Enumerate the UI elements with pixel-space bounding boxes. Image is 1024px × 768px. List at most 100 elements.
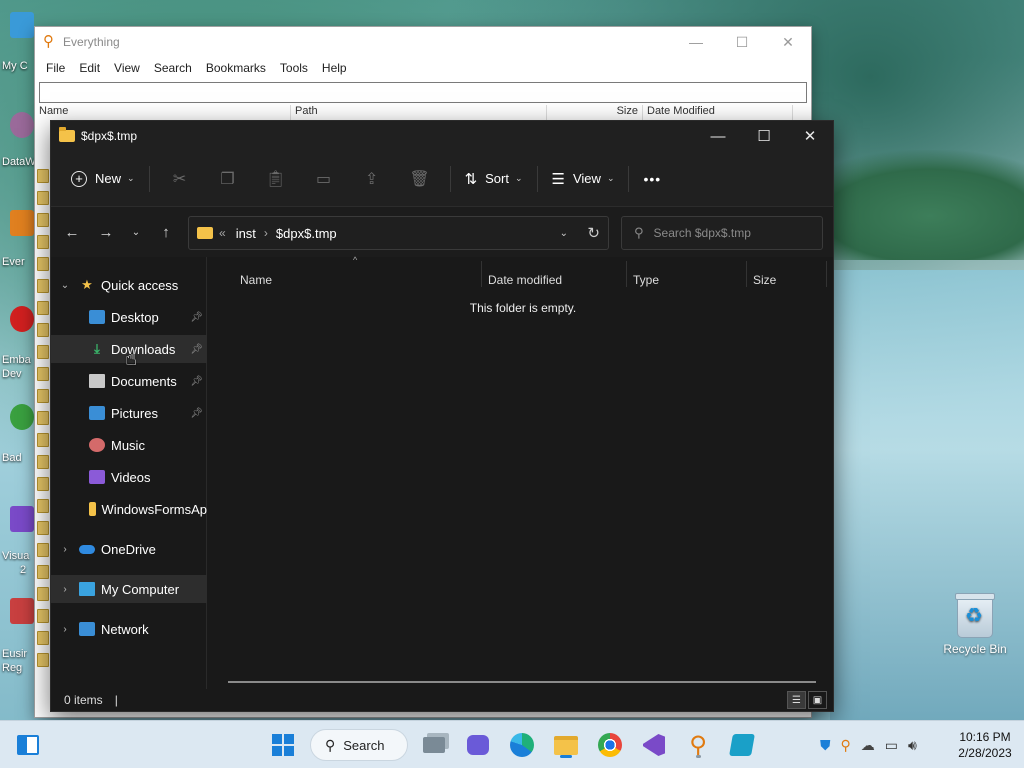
azure-data-studio-icon[interactable] [726,729,758,761]
file-explorer-taskbar-icon[interactable] [550,729,582,761]
nav-item-quick-access[interactable]: ⌄ ★ Quick access [51,271,207,299]
embarcadero-desktop-icon[interactable] [10,306,34,332]
bad-piggies-desktop-icon[interactable] [10,404,34,430]
nav-item-music[interactable]: Music [51,431,207,459]
chrome-browser-icon[interactable] [594,729,626,761]
everything-search-app-icon[interactable]: ⚲ [682,729,714,761]
large-icons-view-icon[interactable]: ▣ [808,691,827,709]
menu-tools[interactable]: Tools [273,61,315,75]
file-explorer-window[interactable]: $dpx$.tmp — ☐ ✕ + New ⌄ ✂ ❐ 📋︎ ▭ ⇪ 🗑︎ ⇅ … [50,120,834,712]
everything-titlebar[interactable]: ⚲ Everything — ☐ ✕ [35,27,811,57]
recent-locations-chevron-icon[interactable]: ⌄ [123,216,149,248]
back-arrow-icon[interactable]: ← [55,216,89,248]
show-desktop-widget-icon[interactable] [12,729,44,761]
breadcrumb-inst[interactable]: inst [236,226,256,241]
view-button-label: View [572,171,601,186]
everything-tray-icon[interactable]: ⚲ [841,737,851,754]
close-icon[interactable]: ✕ [787,121,833,151]
nav-item-my-computer[interactable]: › My Computer [51,575,207,603]
desktop-icon-label: Emba [2,354,31,366]
desktop-icon-label: DataW [2,156,36,168]
forward-arrow-icon[interactable]: → [89,216,123,248]
maximize-icon[interactable]: ☐ [741,121,787,151]
file-list-pane[interactable]: ^ Name Date modified Type Size This fold… [208,255,833,689]
horizontal-scrollbar[interactable] [228,681,816,683]
security-shield-icon[interactable]: ⛊ [820,737,831,754]
cut-icon[interactable]: ✂ [156,161,204,197]
toolbar-divider [148,165,150,192]
menu-edit[interactable]: Edit [72,61,107,75]
onedrive-tray-icon[interactable]: ☁ [861,737,875,754]
nav-item-desktop[interactable]: Desktop 📌︎ [51,303,207,331]
maximize-icon[interactable]: ☐ [719,34,765,51]
column-divider[interactable] [481,261,482,287]
expand-chevron-icon[interactable]: › [51,624,79,635]
menu-view[interactable]: View [107,61,147,75]
expand-chevron-icon[interactable]: › [51,584,79,595]
everything-desktop-icon[interactable] [10,210,34,236]
visual-studio-icon[interactable] [638,729,670,761]
edge-browser-icon[interactable] [506,729,538,761]
column-divider[interactable] [826,261,827,287]
nav-item-documents[interactable]: Documents 📌︎ [51,367,207,395]
volume-icon[interactable]: 🔊︎ [908,737,917,754]
address-dropdown-icon[interactable]: ⌄ [560,228,568,239]
taskbar-clock[interactable]: 10:16 PM 2/28/2023 [950,729,1020,761]
network-tray-icon[interactable]: ▭ [885,737,898,754]
nav-item-network[interactable]: › Network [51,615,207,643]
view-button[interactable]: ☰ View ⌄ [544,161,623,197]
explorer-command-bar: + New ⌄ ✂ ❐ 📋︎ ▭ ⇪ 🗑︎ ⇅ Sort ⌄ ☰ View ⌄ … [51,151,833,207]
datawarrior-desktop-icon[interactable] [10,112,34,138]
expand-chevron-icon[interactable]: › [51,544,79,555]
taskbar-search-button[interactable]: ⚲ Search [310,729,408,761]
eusing-desktop-icon[interactable] [10,598,34,624]
column-size[interactable]: Size [547,105,643,121]
close-icon[interactable]: ✕ [765,34,811,51]
column-divider[interactable] [626,261,627,287]
new-button[interactable]: + New ⌄ [63,161,143,197]
details-view-icon[interactable]: ☰ [787,691,806,709]
column-type[interactable]: Type [633,267,659,293]
menu-file[interactable]: File [39,61,72,75]
visual-studio-desktop-icon[interactable] [10,506,34,532]
column-path[interactable]: Path [291,105,547,121]
refresh-icon[interactable]: ↻ [587,224,600,242]
recycle-bin-desktop-icon[interactable]: ♻ Recycle Bin [940,593,1010,656]
menu-bookmarks[interactable]: Bookmarks [199,61,273,75]
minimize-icon[interactable]: — [673,34,719,51]
sort-button[interactable]: ⇅ Sort ⌄ [457,161,531,197]
more-options-button[interactable]: ••• [635,161,669,197]
rename-icon[interactable]: ▭ [300,161,348,197]
search-input[interactable]: ⚲ Search $dpx$.tmp [621,216,823,250]
address-bar[interactable]: « inst › $dpx$.tmp ⌄ ↻ [188,216,609,250]
everything-search-input[interactable] [39,82,807,103]
teams-chat-icon[interactable] [462,729,494,761]
copy-icon[interactable]: ❐ [204,161,252,197]
column-date-modified[interactable]: Date Modified [643,105,793,121]
nav-item-pictures[interactable]: Pictures 📌︎ [51,399,207,427]
nav-item-label: OneDrive [101,541,156,557]
minimize-icon[interactable]: — [695,121,741,151]
nav-item-onedrive[interactable]: › OneDrive [51,535,207,563]
my-computer-desktop-icon[interactable] [10,12,34,38]
breadcrumb-overflow[interactable]: « [219,226,226,240]
share-icon[interactable]: ⇪ [348,161,396,197]
delete-icon[interactable]: 🗑︎ [396,161,444,197]
start-button[interactable] [267,729,299,761]
menu-help[interactable]: Help [315,61,354,75]
nav-item-windowsformsapp[interactable]: WindowsFormsAp [51,495,207,523]
paste-icon[interactable]: 📋︎ [252,161,300,197]
column-divider[interactable] [746,261,747,287]
nav-item-label: My Computer [101,581,180,597]
expand-chevron-icon[interactable]: ⌄ [51,280,79,291]
explorer-titlebar[interactable]: $dpx$.tmp — ☐ ✕ [51,121,833,151]
menu-search[interactable]: Search [147,61,199,75]
task-view-icon[interactable] [418,729,450,761]
breadcrumb-current[interactable]: $dpx$.tmp [276,226,337,241]
nav-item-videos[interactable]: Videos [51,463,207,491]
column-date-modified[interactable]: Date modified [488,267,562,293]
column-name[interactable]: Name [240,267,272,293]
up-arrow-icon[interactable]: ↑ [149,216,183,248]
column-name[interactable]: Name [35,105,291,121]
column-size[interactable]: Size [753,267,776,293]
